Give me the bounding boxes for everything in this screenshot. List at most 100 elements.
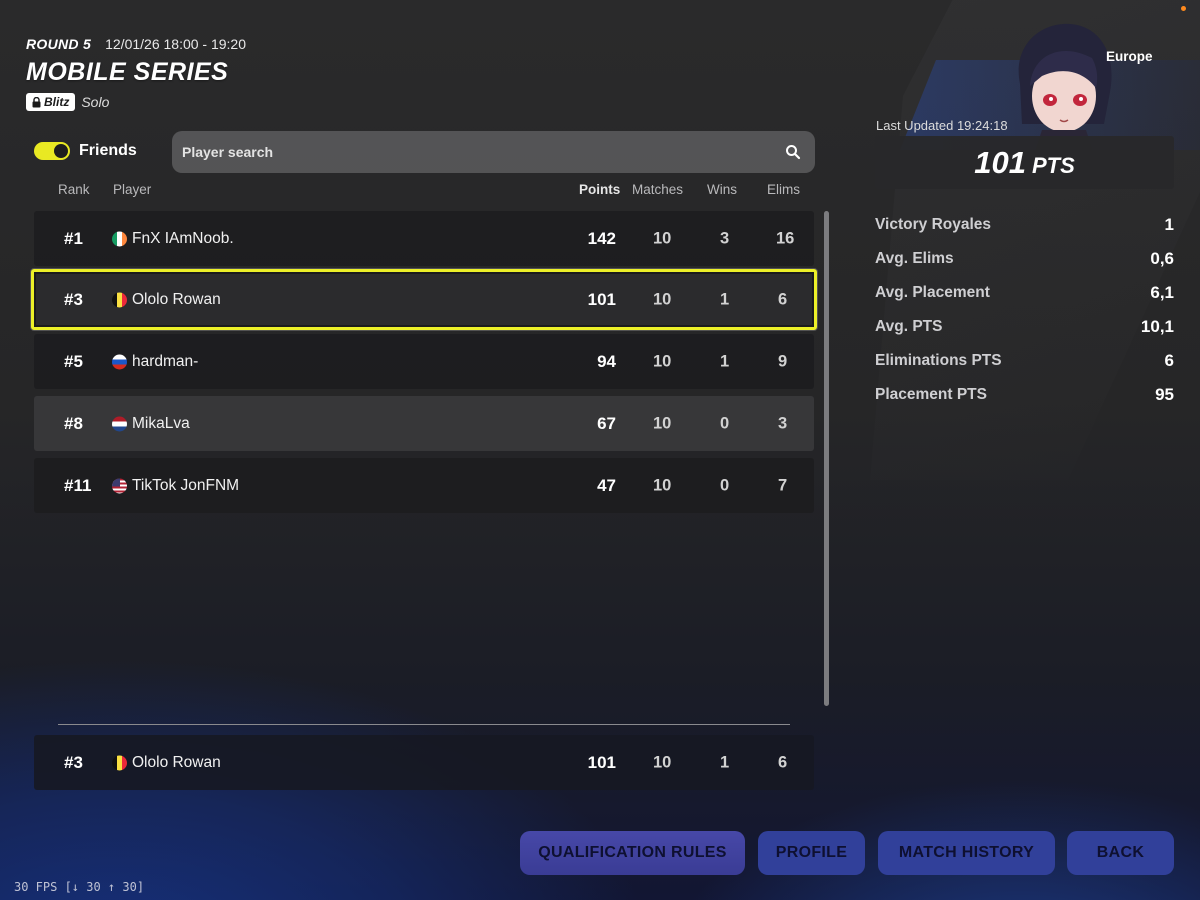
total-points-card: 101 PTS — [875, 136, 1174, 189]
row-wins: 1 — [720, 290, 730, 308]
total-points-value: 101 — [974, 144, 1026, 180]
stat-value: 10,1 — [1140, 317, 1174, 336]
stat-label: Placement PTS — [875, 386, 987, 403]
row-wins: 1 — [720, 753, 730, 771]
row-elims: 3 — [778, 414, 788, 432]
lock-icon — [32, 96, 41, 107]
row-points: 101 — [587, 752, 616, 772]
row-points: 142 — [587, 228, 616, 248]
stat-value: 95 — [1155, 385, 1174, 404]
row-matches: 10 — [653, 352, 672, 370]
row-matches: 10 — [653, 414, 672, 432]
table-row[interactable]: #11 TikTok JonFNM 47 10 0 7 — [34, 458, 814, 513]
row-wins: 3 — [720, 229, 730, 247]
russia-flag-icon — [112, 354, 127, 369]
row-matches: 10 — [653, 753, 672, 771]
row-rank: #3 — [64, 752, 83, 772]
stat-label: Eliminations PTS — [875, 352, 1002, 369]
status-dot — [1181, 6, 1186, 11]
stat-avg-placement: Avg. Placement 6,1 — [875, 276, 1174, 310]
profile-label: PROFILE — [775, 844, 848, 861]
round-label: ROUND 5 — [26, 36, 92, 52]
table-row[interactable]: #8 MikaLva 67 10 0 3 — [34, 396, 814, 451]
table-row[interactable]: #1 FnX IAmNoob. 142 10 3 16 — [34, 211, 814, 266]
row-points: 67 — [597, 413, 616, 433]
stat-value: 6 — [1164, 351, 1174, 370]
row-wins: 0 — [720, 414, 730, 432]
stat-placement-pts: Placement PTS 95 — [875, 378, 1174, 412]
match-history-label: MATCH HISTORY — [898, 844, 1035, 861]
friends-toggle-group[interactable]: Friends — [34, 142, 137, 160]
row-matches: 10 — [653, 229, 672, 247]
column-points[interactable]: Points — [579, 182, 620, 197]
row-elims: 6 — [778, 290, 788, 308]
row-matches: 10 — [653, 290, 672, 308]
row-rank: #8 — [64, 413, 83, 433]
row-elims: 9 — [778, 352, 788, 370]
row-player-name: MikaLva — [132, 414, 190, 432]
column-player: Player — [113, 182, 152, 197]
row-matches: 10 — [653, 476, 672, 494]
leaderboard-scrollbar[interactable] — [824, 211, 829, 706]
fps-counter: 30 FPS [↓ 30 ↑ 30] — [14, 880, 145, 894]
player-search-input[interactable] — [182, 144, 785, 160]
row-elims: 7 — [778, 476, 788, 494]
region-label: Europe — [1106, 49, 1153, 64]
stat-victory-royales: Victory Royales 1 — [875, 208, 1174, 242]
row-player-name: hardman- — [132, 352, 199, 370]
ireland-flag-icon — [112, 231, 127, 246]
stat-avg-pts: Avg. PTS 10,1 — [875, 310, 1174, 344]
row-rank: #5 — [64, 351, 83, 371]
row-player-name: Ololo Rowan — [132, 290, 221, 308]
column-matches[interactable]: Matches — [632, 182, 683, 197]
row-rank: #1 — [64, 228, 83, 248]
stat-avg-elims: Avg. Elims 0,6 — [875, 242, 1174, 276]
stat-label: Avg. Elims — [875, 250, 954, 267]
match-history-button[interactable]: MATCH HISTORY — [878, 831, 1055, 875]
profile-button[interactable]: PROFILE — [758, 831, 865, 875]
row-rank: #3 — [64, 289, 83, 309]
back-button[interactable]: BACK — [1067, 831, 1174, 875]
row-player-name: Ololo Rowan — [132, 753, 221, 771]
page-title: MOBILE SERIES — [26, 58, 229, 86]
stat-label: Avg. Placement — [875, 284, 990, 301]
stat-label: Avg. PTS — [875, 318, 943, 335]
friends-label: Friends — [79, 142, 137, 159]
row-elims: 16 — [776, 229, 795, 247]
friends-toggle[interactable] — [34, 142, 70, 160]
qualification-rules-button[interactable]: QUALIFICATION RULES — [520, 831, 745, 875]
row-wins: 0 — [720, 476, 730, 494]
my-rank-row[interactable]: #3 Ololo Rowan 101 10 1 6 — [34, 735, 814, 790]
mode-type: Solo — [81, 94, 110, 110]
divider — [58, 724, 790, 725]
usa-flag-icon — [112, 478, 127, 493]
row-points: 101 — [587, 289, 616, 309]
row-points: 47 — [597, 475, 616, 495]
column-elims[interactable]: Elims — [767, 182, 800, 197]
blitz-badge: Blitz — [26, 93, 76, 111]
search-icon[interactable] — [785, 144, 801, 160]
player-avatar — [1018, 23, 1112, 154]
column-rank: Rank — [58, 182, 90, 197]
event-time: 12/01/26 18:00 - 19:20 — [105, 36, 247, 52]
qualification-rules-label: QUALIFICATION RULES — [538, 844, 727, 861]
row-elims: 6 — [778, 753, 788, 771]
player-search-bar[interactable] — [172, 131, 815, 173]
event-header: ROUND 5 12/01/26 18:00 - 19:20 MOBILE SE… — [26, 36, 246, 111]
table-row-selected[interactable]: #3 Ololo Rowan 101 10 1 6 — [31, 269, 817, 330]
row-player-name: TikTok JonFNM — [132, 476, 240, 494]
stat-value: 6,1 — [1150, 283, 1174, 302]
row-player-name: FnX IAmNoob. — [132, 229, 234, 247]
table-header: Rank Player Points Matches Wins Elims — [0, 182, 830, 200]
table-row[interactable]: #5 hardman- 94 10 1 9 — [34, 334, 814, 389]
stat-label: Victory Royales — [875, 216, 992, 233]
stat-eliminations-pts: Eliminations PTS 6 — [875, 344, 1174, 378]
stat-value: 0,6 — [1150, 249, 1174, 268]
column-wins[interactable]: Wins — [707, 182, 737, 197]
total-points-unit: PTS — [1031, 152, 1075, 178]
stat-value: 1 — [1164, 215, 1174, 234]
last-updated: Last Updated 19:24:18 — [876, 118, 1008, 133]
stats-list: Victory Royales 1 Avg. Elims 0,6 Avg. Pl… — [875, 208, 1174, 412]
row-wins: 1 — [720, 352, 730, 370]
netherlands-flag-icon — [112, 416, 127, 431]
